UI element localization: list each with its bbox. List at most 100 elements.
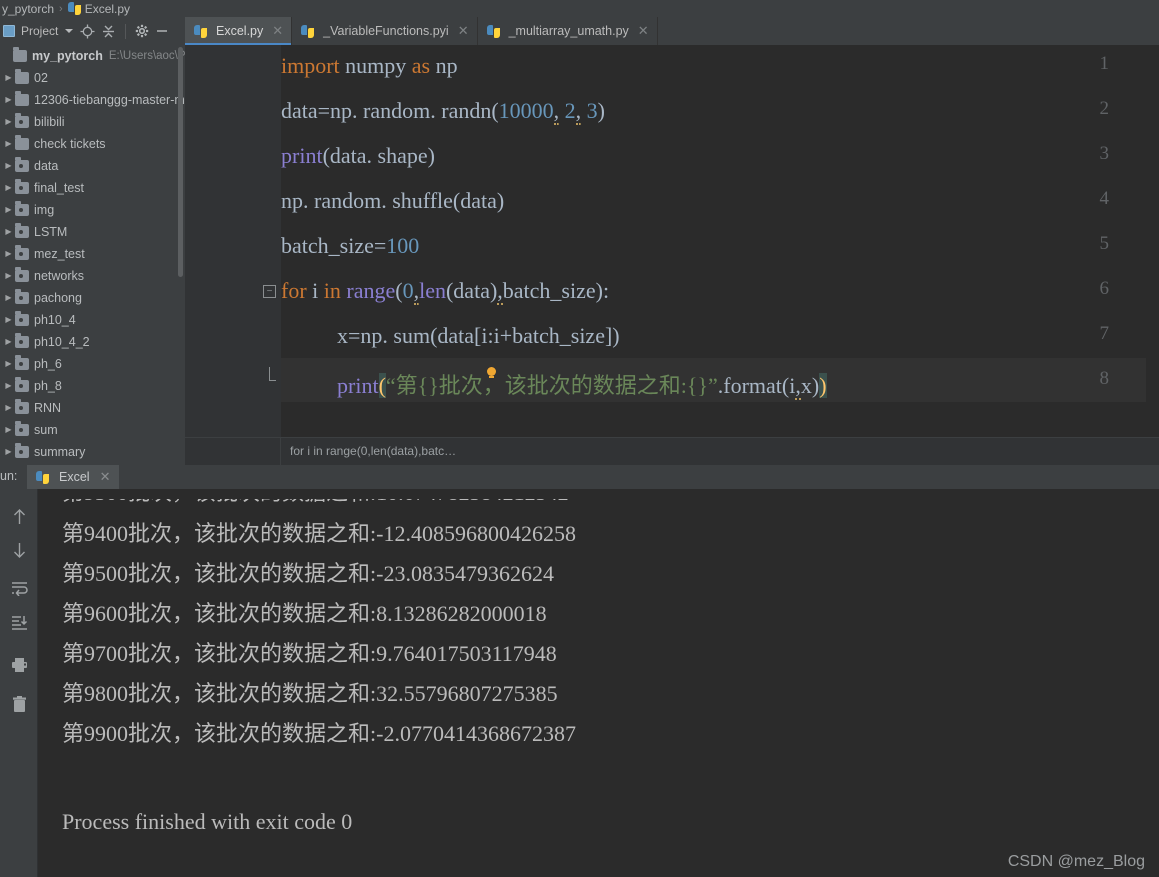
tree-row-sum[interactable]: ▶ sum bbox=[0, 419, 185, 441]
token-alias: np bbox=[430, 53, 458, 78]
scroll-to-end-icon[interactable] bbox=[11, 614, 28, 631]
token-paren: ( bbox=[491, 98, 499, 123]
chevron-down-icon[interactable] bbox=[64, 26, 74, 36]
tree-row-networks[interactable]: ▶ networks bbox=[0, 265, 185, 287]
token-args: x) bbox=[800, 373, 820, 398]
tree-row-ph-8[interactable]: ▶ ph_8 bbox=[0, 375, 185, 397]
collapse-all-icon[interactable] bbox=[101, 24, 116, 39]
project-pane-toolbar: Project bbox=[0, 17, 185, 45]
tree-row-check-tickets[interactable]: ▶ check tickets bbox=[0, 133, 185, 155]
console-line: 第9500批次，该批次的数据之和:-23.0835479362624 bbox=[62, 561, 554, 586]
triangle-right-icon[interactable]: ▶ bbox=[2, 309, 15, 331]
print-icon[interactable] bbox=[11, 656, 28, 673]
project-pane-title[interactable]: Project bbox=[21, 24, 58, 38]
fold-collapse-icon[interactable]: − bbox=[263, 285, 276, 298]
code-line-7: x=np. sum(data[i:i+batch_size]) bbox=[337, 323, 620, 349]
editor-tab-excel[interactable]: Excel.py ✕ bbox=[185, 17, 293, 45]
triangle-right-icon[interactable]: ▶ bbox=[2, 419, 15, 441]
tree-row-data[interactable]: ▶ data bbox=[0, 155, 185, 177]
breadcrumb-project[interactable]: y_pytorch bbox=[2, 2, 54, 16]
folder-source-icon bbox=[15, 245, 29, 260]
console-clip-mask bbox=[38, 489, 1159, 499]
triangle-right-icon[interactable]: ▶ bbox=[2, 199, 15, 221]
crosshair-target-icon[interactable] bbox=[80, 24, 95, 39]
editor-gutter[interactable] bbox=[185, 45, 281, 437]
triangle-right-icon[interactable]: ▶ bbox=[2, 89, 15, 111]
tree-row-img[interactable]: ▶ img bbox=[0, 199, 185, 221]
triangle-right-icon[interactable]: ▶ bbox=[2, 133, 15, 155]
tree-row-summary[interactable]: ▶ summary bbox=[0, 441, 185, 463]
tree-item-label: 02 bbox=[34, 71, 48, 85]
arrow-down-icon[interactable] bbox=[11, 542, 28, 559]
breadcrumb-file[interactable]: Excel.py bbox=[67, 2, 130, 16]
run-tab-excel[interactable]: Excel ✕ bbox=[27, 465, 120, 489]
token-args: batch_size): bbox=[502, 278, 610, 303]
minimize-icon[interactable] bbox=[155, 24, 169, 38]
tree-row-mez-test[interactable]: ▶ mez_test bbox=[0, 243, 185, 265]
triangle-right-icon[interactable]: ▶ bbox=[2, 221, 15, 243]
tree-item-label: ph10_4 bbox=[34, 313, 76, 327]
tree-row-bilibili[interactable]: ▶ bilibili bbox=[0, 111, 185, 133]
editor-breadcrumb-text[interactable]: for i in range(0,len(data),batc… bbox=[290, 444, 456, 458]
token-assign: data=np. random. randn bbox=[281, 98, 492, 123]
triangle-right-icon[interactable]: ▶ bbox=[2, 441, 15, 463]
editor-breadcrumb-strip: for i in range(0,len(data),batc… bbox=[185, 437, 1159, 466]
token-number: 3 bbox=[581, 98, 598, 123]
triangle-right-icon[interactable]: ▶ bbox=[2, 397, 15, 419]
close-icon[interactable]: ✕ bbox=[272, 23, 283, 39]
tree-item-label: ph_8 bbox=[34, 379, 62, 393]
triangle-right-icon[interactable]: ▶ bbox=[2, 375, 15, 397]
triangle-right-icon[interactable]: ▶ bbox=[2, 155, 15, 177]
gear-icon[interactable] bbox=[135, 24, 149, 38]
close-icon[interactable]: ✕ bbox=[638, 23, 649, 39]
triangle-right-icon[interactable]: ▶ bbox=[2, 265, 15, 287]
token-matched-paren: ( bbox=[378, 373, 386, 398]
tree-row-ph10-4[interactable]: ▶ ph10_4 bbox=[0, 309, 185, 331]
folder-source-icon bbox=[15, 443, 29, 458]
fold-end-icon[interactable] bbox=[269, 367, 276, 381]
token-number: 0 bbox=[402, 278, 414, 303]
folder-source-icon bbox=[15, 377, 29, 392]
tree-item-label: img bbox=[34, 203, 55, 217]
triangle-right-icon[interactable]: ▶ bbox=[2, 111, 15, 133]
project-tree-scrollbar[interactable] bbox=[178, 47, 183, 277]
breadcrumb: y_pytorch › Excel.py bbox=[0, 0, 1159, 17]
code-line-3: print(data. shape) bbox=[281, 143, 435, 169]
editor-tab-multiarray-umath[interactable]: _multiarray_umath.py ✕ bbox=[478, 17, 658, 45]
tree-row-pachong[interactable]: ▶ pachong bbox=[0, 287, 185, 309]
close-icon[interactable]: ✕ bbox=[458, 23, 469, 39]
tree-row-root[interactable]: my_pytorch E:\Users\aoc\P\ bbox=[0, 45, 185, 67]
tree-row-12306-tiebanggg-master-m[interactable]: ▶ 12306-tiebanggg-master-m bbox=[0, 89, 185, 111]
tree-item-label: networks bbox=[34, 269, 85, 283]
tree-root-path: E:\Users\aoc\P\ bbox=[108, 50, 185, 62]
editor-scrollbar[interactable] bbox=[1146, 45, 1159, 437]
triangle-right-icon[interactable]: ▶ bbox=[2, 67, 15, 89]
tree-row-02[interactable]: ▶ 02 bbox=[0, 67, 185, 89]
console-line: 第9800批次，该批次的数据之和:32.55796807275385 bbox=[62, 681, 558, 706]
tree-row-final-test[interactable]: ▶ final_test bbox=[0, 177, 185, 199]
tree-row-rnn[interactable]: ▶ RNN bbox=[0, 397, 185, 419]
close-icon[interactable]: ✕ bbox=[100, 469, 111, 485]
trash-icon[interactable] bbox=[11, 696, 28, 713]
code-editor[interactable]: 1 2 3 4 5 6 7 8 − import numpy as np dat… bbox=[185, 45, 1159, 437]
project-tree-panel[interactable]: my_pytorch E:\Users\aoc\P\ ▶ 02 ▶ 12306-tie… bbox=[0, 45, 185, 465]
tree-item-label: check tickets bbox=[34, 137, 106, 151]
triangle-right-icon[interactable]: ▶ bbox=[2, 177, 15, 199]
triangle-right-icon[interactable]: ▶ bbox=[2, 331, 15, 353]
triangle-right-icon[interactable]: ▶ bbox=[2, 243, 15, 265]
token-keyword: import bbox=[281, 53, 340, 78]
tree-row-lstm[interactable]: ▶ LSTM bbox=[0, 221, 185, 243]
soft-wrap-icon[interactable] bbox=[11, 580, 28, 597]
python-file-icon bbox=[194, 24, 207, 38]
folder-icon bbox=[15, 135, 29, 150]
tree-row-ph10-4-2[interactable]: ▶ ph10_4_2 bbox=[0, 331, 185, 353]
run-console-output[interactable]: 第9300批次，该批次的数据之和:10.074782384212342 第940… bbox=[38, 489, 1159, 877]
run-toolbar bbox=[0, 489, 38, 877]
editor-tab-variablefunctions[interactable]: _VariableFunctions.pyi ✕ bbox=[292, 17, 478, 45]
triangle-right-icon[interactable]: ▶ bbox=[2, 353, 15, 375]
watermark-label: CSDN @mez_Blog bbox=[1007, 853, 1145, 870]
tree-root-label: my_pytorch bbox=[32, 49, 103, 63]
triangle-right-icon[interactable]: ▶ bbox=[2, 287, 15, 309]
tree-row-ph-6[interactable]: ▶ ph_6 bbox=[0, 353, 185, 375]
arrow-up-icon[interactable] bbox=[11, 508, 28, 525]
